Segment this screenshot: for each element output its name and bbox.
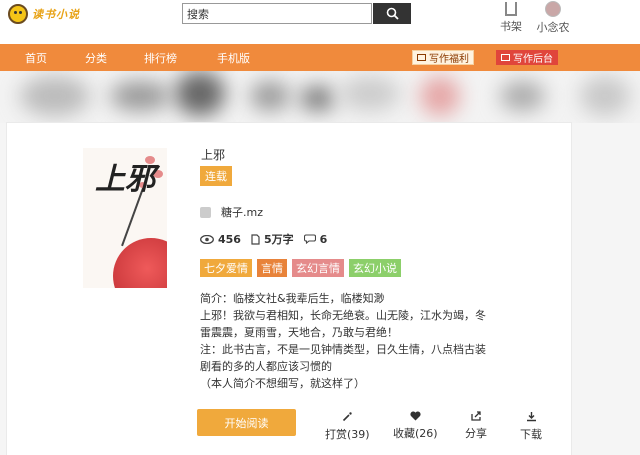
search-input[interactable] — [182, 3, 372, 24]
document-icon — [251, 233, 260, 245]
username: 小念农 — [536, 21, 570, 34]
wand-icon — [342, 412, 352, 422]
write-welfare-label: 写作福利 — [429, 54, 469, 65]
bookshelf-label: 书架 — [500, 20, 522, 33]
intro-line: 注：此书古言，不是一见钟情类型，日久生情，八点档古装 — [200, 343, 486, 356]
logo-text: 读书小说 — [32, 8, 80, 21]
book-card: 上邪 上邪 连载 糖子.mz 456 5万字 6 七夕爱情 言情 玄幻言情 玄幻… — [6, 122, 572, 455]
download-label: 下载 — [520, 428, 542, 441]
download-button[interactable]: 下载 — [520, 411, 542, 442]
views-stat: 456 — [200, 233, 241, 246]
book-title: 上邪 — [201, 148, 226, 162]
words-stat: 5万字 — [251, 231, 294, 247]
download-icon — [526, 412, 536, 422]
heart-icon — [410, 411, 421, 421]
cup-icon — [501, 54, 510, 61]
nav-item-category[interactable]: 分类 — [85, 50, 107, 66]
tag[interactable]: 玄幻言情 — [292, 259, 344, 277]
book-cover[interactable]: 上邪 — [83, 148, 167, 288]
search-button[interactable] — [373, 3, 411, 24]
blurred-banner — [0, 71, 640, 123]
intro-line: 简介：临楼文社&我辈后生，临楼知渺 — [200, 292, 385, 305]
write-welfare-button[interactable]: 写作福利 — [412, 50, 474, 65]
site-logo[interactable]: 读书小说 — [8, 3, 88, 25]
book-intro: 简介：临楼文社&我辈后生，临楼知渺 上邪！我欲与君相知，长命无绝衰。山无陵，江水… — [200, 290, 530, 392]
author-name: 糖子.mz — [221, 206, 263, 219]
header: 读书小说 书架 小念农 — [0, 0, 640, 44]
tag[interactable]: 玄幻小说 — [349, 259, 401, 277]
tag[interactable]: 七夕爱情 — [200, 259, 252, 277]
avatar — [545, 1, 561, 17]
views-count: 456 — [218, 232, 241, 246]
comment-count: 6 — [319, 232, 328, 246]
nav-item-mobile[interactable]: 手机版 — [217, 50, 250, 66]
logo-face-icon — [8, 4, 28, 24]
intro-line: 上邪！我欲与君相知，长命无绝衰。山无陵，江水为竭，冬 — [200, 309, 486, 322]
write-backend-button[interactable]: 写作后台 — [496, 50, 558, 65]
author-info[interactable]: 糖子.mz — [200, 204, 263, 220]
nav-item-home[interactable]: 首页 — [25, 50, 47, 66]
author-avatar — [200, 206, 211, 218]
intro-line: 剧看的多的人都应该习惯的 — [200, 360, 332, 373]
main-nav: 首页 分类 排行榜 手机版 写作福利 写作后台 — [0, 44, 640, 71]
favorite-label: 收藏(26) — [393, 427, 438, 440]
tip-button[interactable]: 打赏(39) — [325, 411, 370, 442]
book-stats: 456 5万字 6 — [200, 231, 337, 247]
comments-stat: 6 — [303, 232, 328, 246]
intro-line: 雷震震，夏雨雪，天地合，乃敢与君绝！ — [200, 326, 398, 339]
word-count: 5万字 — [263, 233, 294, 246]
intro-line: （本人简介不想细写，就这样了） — [200, 377, 365, 390]
tag[interactable]: 言情 — [257, 259, 287, 277]
share-icon — [470, 411, 481, 421]
start-reading-button[interactable]: 开始阅读 — [197, 409, 296, 436]
status-badge: 连载 — [200, 166, 232, 186]
ticket-icon — [417, 54, 426, 61]
favorite-button[interactable]: 收藏(26) — [393, 411, 438, 441]
eye-icon — [200, 234, 214, 244]
share-button[interactable]: 分享 — [465, 411, 487, 441]
tip-label: 打赏(39) — [325, 428, 370, 441]
share-label: 分享 — [465, 427, 487, 440]
search-icon — [386, 7, 399, 20]
bookshelf-icon — [505, 2, 517, 16]
bookshelf-link[interactable]: 书架 — [497, 0, 525, 34]
write-backend-label: 写作后台 — [513, 54, 553, 65]
user-menu[interactable]: 小念农 — [533, 0, 573, 35]
tag-list: 七夕爱情 言情 玄幻言情 玄幻小说 — [200, 259, 406, 277]
nav-item-ranking[interactable]: 排行榜 — [144, 50, 177, 66]
cover-title-text: 上邪 — [95, 162, 155, 197]
comment-icon — [303, 234, 316, 244]
